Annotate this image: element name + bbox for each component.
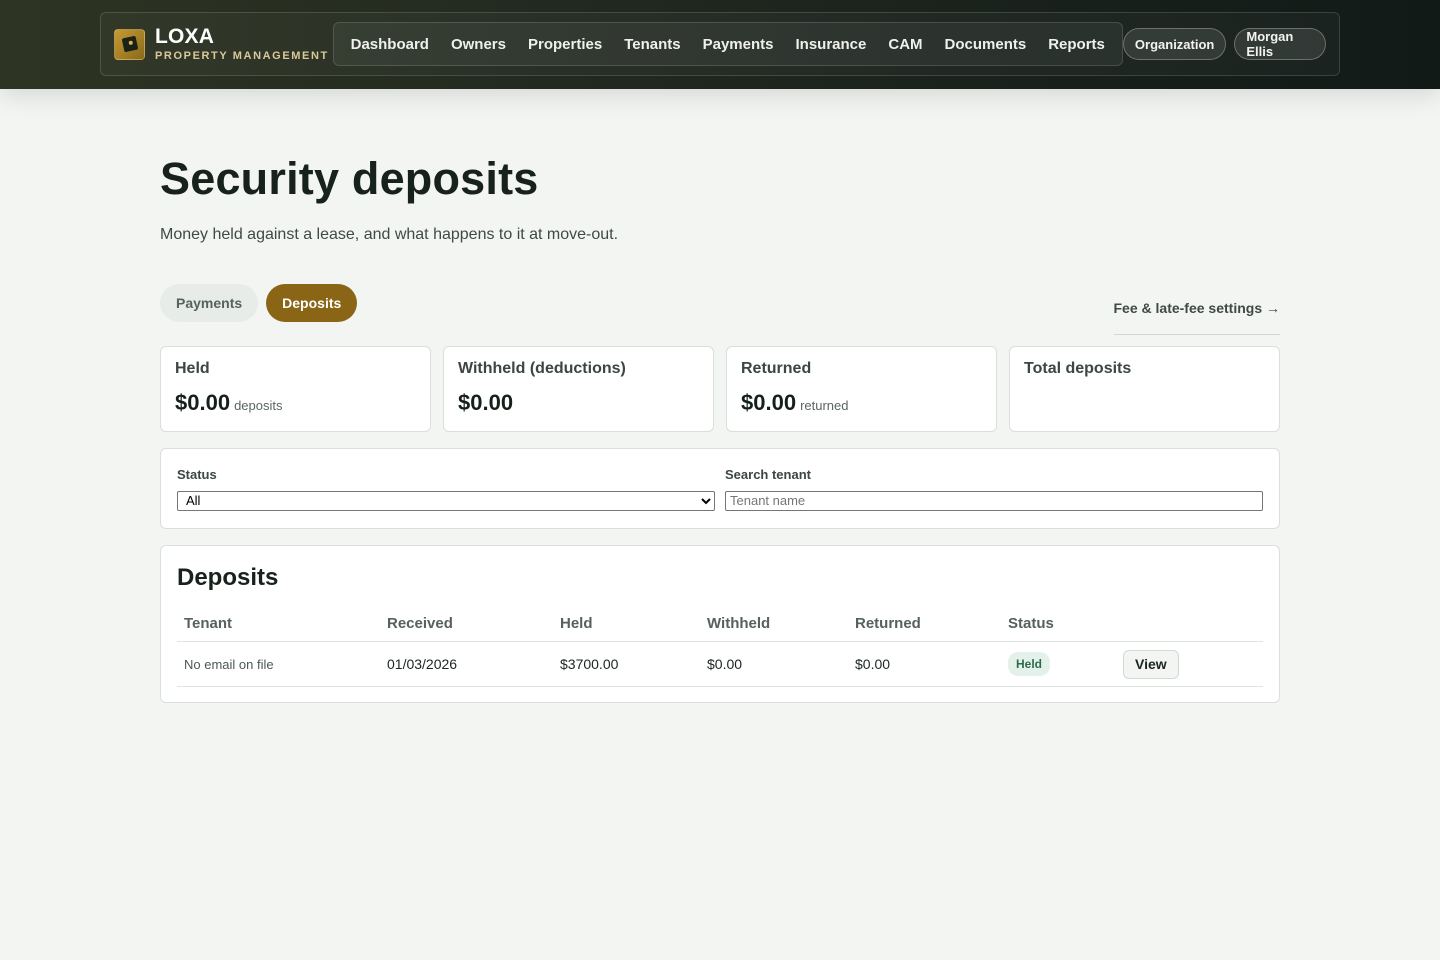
main-nav: Dashboard Owners Properties Tenants Paym… — [332, 22, 1123, 66]
withheld-card: Withheld (deductions) $0.00 — [443, 346, 714, 432]
row-held: $3700.00 — [553, 641, 700, 687]
tab-deposits[interactable]: Deposits — [266, 284, 358, 322]
nav-properties[interactable]: Properties — [521, 36, 609, 53]
summary-cards: Held $0.00 deposits Withheld (deductions… — [160, 346, 1280, 432]
withheld-value: $0.00 — [458, 390, 514, 415]
nav-documents[interactable]: Documents — [938, 36, 1034, 53]
nav-dashboard[interactable]: Dashboard — [344, 36, 436, 53]
fee-settings-link[interactable]: Fee & late-fee settings → — [1113, 290, 1280, 335]
withheld-label: Withheld (deductions) — [458, 360, 626, 377]
tab-payments[interactable]: Payments — [160, 284, 259, 322]
returned-unit: returned — [800, 398, 849, 413]
col-held: Held — [553, 609, 700, 642]
deposits-panel: Deposits Tenant Received Held Withheld R… — [160, 545, 1280, 703]
status-filter-select[interactable]: All — [177, 490, 715, 511]
held-label: Held — [175, 360, 210, 377]
row-status-cell: Held — [1001, 641, 1116, 687]
total-label: Total deposits — [1024, 360, 1132, 377]
row-tenant: No email on file — [177, 641, 380, 687]
table-row: No email on file 01/03/2026 $3700.00 $0.… — [177, 641, 1263, 687]
loxa-logo-icon — [114, 28, 145, 60]
row-returned: $0.00 — [848, 641, 1001, 687]
search-tenant-label: Search tenant — [725, 466, 811, 482]
brand-name: LOXA — [155, 24, 215, 48]
status-filter-label: Status — [177, 466, 217, 482]
nav-owners[interactable]: Owners — [444, 36, 513, 53]
held-value: $0.00 — [175, 390, 231, 415]
col-actions — [1116, 609, 1263, 642]
nav-cam[interactable]: CAM — [881, 36, 929, 53]
nav-reports[interactable]: Reports — [1041, 36, 1112, 53]
user-menu-button[interactable]: Morgan Ellis — [1234, 28, 1326, 60]
filter-panel: Status All Search tenant — [160, 448, 1280, 529]
deposits-title: Deposits — [177, 564, 279, 591]
tab-row: Payments Deposits Fee & late-fee setting… — [160, 284, 1280, 335]
nav-insurance[interactable]: Insurance — [788, 36, 873, 53]
held-unit: deposits — [234, 398, 283, 413]
top-bar: LOXA PROPERTY MANAGEMENT Dashboard Owner… — [0, 0, 1440, 89]
view-button[interactable]: View — [1123, 649, 1179, 679]
row-action-cell: View — [1116, 641, 1263, 687]
brand-subtitle: PROPERTY MANAGEMENT — [155, 49, 329, 62]
total-card: Total deposits — [1009, 346, 1280, 432]
page-subtitle: Money held against a lease, and what hap… — [160, 226, 619, 243]
table-header-row: Tenant Received Held Withheld Returned S… — [177, 609, 1263, 642]
col-withheld: Withheld — [700, 609, 848, 642]
brand[interactable]: LOXA PROPERTY MANAGEMENT — [114, 24, 333, 62]
status-badge: Held — [1008, 652, 1051, 676]
page-title: Security deposits — [160, 153, 539, 204]
returned-label: Returned — [741, 360, 812, 377]
row-withheld: $0.00 — [700, 641, 848, 687]
main-content: Security deposits Money held against a l… — [160, 89, 1280, 703]
col-returned: Returned — [848, 609, 1001, 642]
deposits-table: Tenant Received Held Withheld Returned S… — [177, 609, 1263, 687]
returned-value: $0.00 — [741, 390, 797, 415]
returned-card: Returned $0.00 returned — [726, 346, 997, 432]
col-tenant: Tenant — [177, 609, 380, 642]
nav-tenants[interactable]: Tenants — [617, 36, 687, 53]
nav-container: LOXA PROPERTY MANAGEMENT Dashboard Owner… — [100, 12, 1340, 76]
row-received: 01/03/2026 — [380, 641, 553, 687]
held-card: Held $0.00 deposits — [160, 346, 431, 432]
organization-button[interactable]: Organization — [1122, 28, 1227, 60]
nav-payments[interactable]: Payments — [696, 36, 781, 53]
search-tenant-input[interactable] — [725, 490, 1263, 511]
col-status: Status — [1001, 609, 1116, 642]
col-received: Received — [380, 609, 553, 642]
